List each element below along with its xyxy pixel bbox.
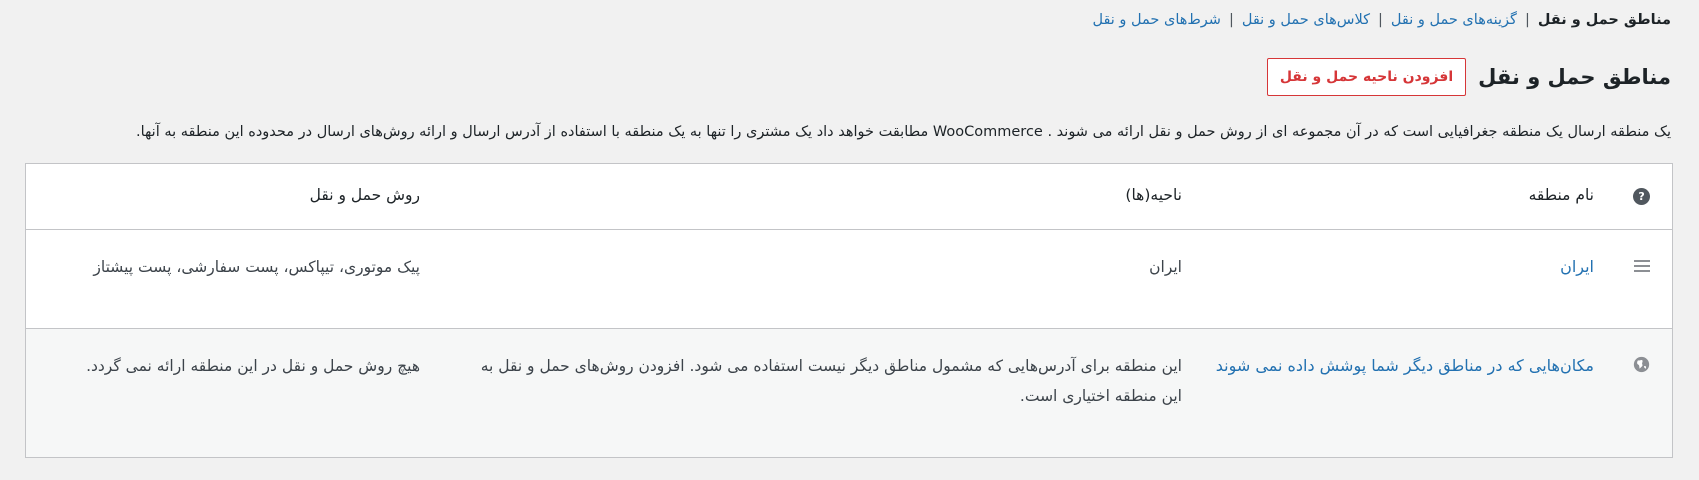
subnav-link-classes[interactable]: کلاس‌های حمل و نقل	[1242, 12, 1370, 28]
subnav-link-options[interactable]: گزینه‌های حمل و نقل	[1391, 12, 1517, 28]
subnav-separator: |	[1524, 12, 1530, 28]
column-header-methods: روش حمل و نقل	[309, 186, 420, 204]
table-row: ایران ایران پیک موتوری، تیپاکس، پست سفار…	[26, 230, 1672, 329]
zone-regions: ایران	[1149, 258, 1182, 276]
table-row: مکان‌هایی که در مناطق دیگر شما پوشش داده…	[26, 329, 1672, 457]
page-title: مناطق حمل و نقل	[1478, 65, 1671, 89]
table-header-row: ? نام منطقه ناحیه(ها) روش حمل و نقل	[26, 164, 1672, 230]
zone-methods: هیچ روش حمل و نقل در این منطقه ارائه نمی…	[86, 357, 420, 375]
subnav-link-conditions[interactable]: شرط‌های حمل و نقل	[1092, 12, 1220, 28]
zone-methods: پیک موتوری، تیپاکس، پست سفارشی، پست پیشت…	[93, 258, 420, 276]
zone-name-link[interactable]: ایران	[1560, 257, 1594, 276]
page-description: یک منطقه ارسال یک منطقه جغرافیایی است که…	[135, 124, 1671, 140]
subnav-separator: |	[1378, 12, 1383, 28]
shipping-subnav: مناطق حمل و نقل | گزینه‌های حمل و نقل | …	[1092, 12, 1671, 28]
help-icon[interactable]: ?	[1632, 186, 1650, 205]
page-header: مناطق حمل و نقل افزودن ناحیه حمل و نقل	[1266, 58, 1671, 96]
add-shipping-zone-button[interactable]: افزودن ناحیه حمل و نقل	[1266, 58, 1467, 96]
zone-name-link[interactable]: مکان‌هایی که در مناطق دیگر شما پوشش داده…	[1216, 356, 1594, 375]
globe-icon	[1632, 351, 1650, 373]
shipping-zones-table: ? نام منطقه ناحیه(ها) روش حمل و نقل ایرا…	[25, 163, 1673, 458]
subnav-separator: |	[1228, 12, 1234, 28]
zone-regions: این منطقه برای آدرس‌هایی که مشمول مناطق …	[480, 357, 1182, 405]
column-header-zone-name: نام منطقه	[1528, 186, 1594, 204]
subnav-current-zones: مناطق حمل و نقل	[1537, 12, 1671, 28]
drag-handle-icon[interactable]	[1632, 252, 1650, 275]
column-header-regions: ناحیه(ها)	[1125, 186, 1182, 204]
